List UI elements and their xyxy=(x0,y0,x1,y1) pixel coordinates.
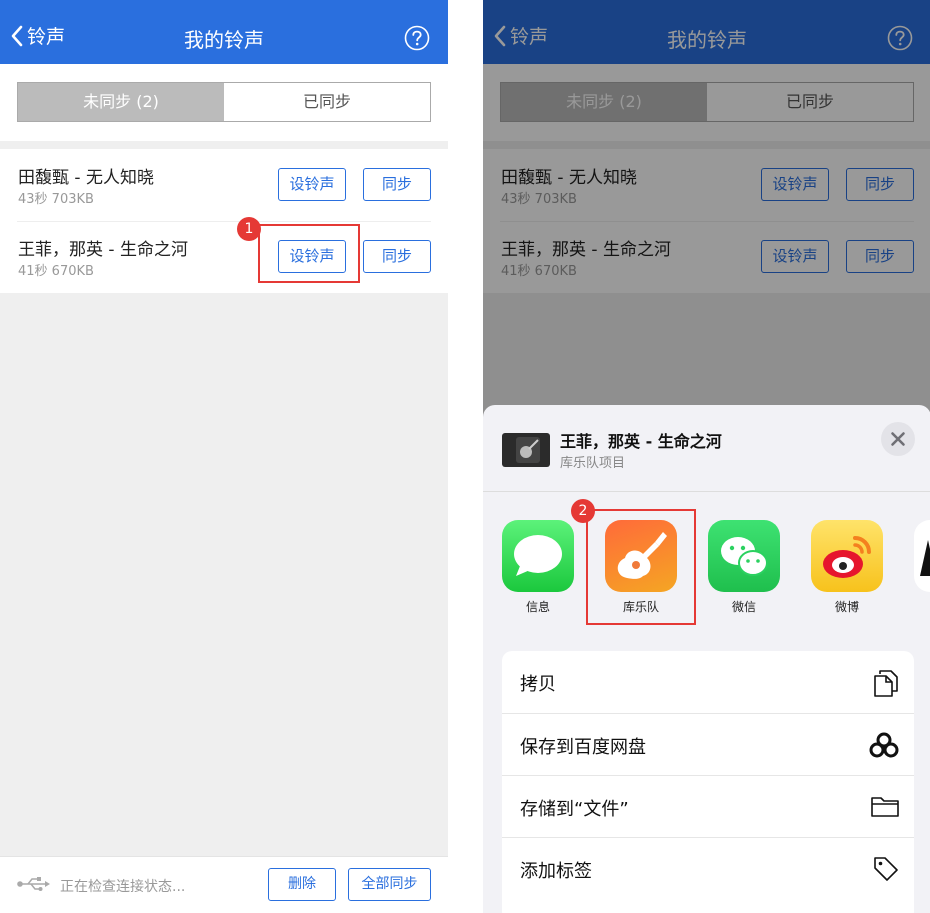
app-label: 微信 xyxy=(731,600,756,614)
share-app-wechat[interactable]: 微信 xyxy=(708,520,780,615)
highlight-box xyxy=(586,509,696,625)
divider xyxy=(0,141,448,149)
delete-button[interactable]: 删除 xyxy=(268,868,336,901)
song-list: 田馥甄 - 无人知晓 43秒 703KB 设铃声 同步 王菲，那英 - 生命之河… xyxy=(0,149,448,293)
action-label: 存储到“文件” xyxy=(520,799,629,820)
share-sheet: 王菲，那英 - 生命之河 库乐队项目 信息 库乐队 微信 微博 拷贝 保存到百度… xyxy=(483,405,930,913)
action-save-baidu[interactable]: 保存到百度网盘 xyxy=(502,713,914,775)
list-item: 王菲，那英 - 生命之河 41秒 670KB 设铃声 同步 xyxy=(0,221,448,293)
close-icon xyxy=(891,432,905,446)
share-screen: 铃声 我的铃声 未同步 (2) 已同步 田馥甄 - 无人知晓 43秒 703KB… xyxy=(483,0,930,913)
action-label: 保存到百度网盘 xyxy=(520,737,646,758)
copy-icon xyxy=(874,670,898,697)
share-app-more[interactable] xyxy=(914,520,930,592)
usb-icon xyxy=(17,877,50,891)
ringtone-screen: 铃声 我的铃声 未同步 (2) 已同步 田馥甄 - 无人知晓 43秒 703KB… xyxy=(0,0,448,913)
tab-synced[interactable]: 已同步 xyxy=(224,83,430,121)
wechat-icon xyxy=(708,520,780,592)
file-thumbnail xyxy=(502,433,550,467)
song-meta: 43秒 703KB xyxy=(18,192,94,207)
action-save-files[interactable]: 存储到“文件” xyxy=(502,775,914,837)
segmented-control: 未同步 (2) 已同步 xyxy=(17,82,431,122)
step-badge: 2 xyxy=(571,499,595,523)
app-label: 微博 xyxy=(834,600,859,614)
song-name: 王菲，那英 - 生命之河 xyxy=(18,240,188,260)
app-label: 信息 xyxy=(525,600,550,614)
bottom-toolbar: 正在检查连接状态... 删除 全部同步 xyxy=(0,856,448,913)
baidu-netdisk-icon xyxy=(869,732,899,758)
share-title: 王菲，那英 - 生命之河 xyxy=(560,432,722,451)
sync-button[interactable]: 同步 xyxy=(363,240,431,273)
step-badge: 1 xyxy=(237,217,261,241)
share-subtitle: 库乐队项目 xyxy=(560,456,626,471)
help-icon[interactable] xyxy=(404,25,430,51)
folder-icon xyxy=(871,797,899,817)
share-header: 王菲，那英 - 生命之河 库乐队项目 xyxy=(483,405,930,492)
action-copy[interactable]: 拷贝 xyxy=(502,651,914,713)
song-name: 田馥甄 - 无人知晓 xyxy=(18,168,154,188)
nav-bar: 铃声 我的铃声 xyxy=(0,0,448,64)
highlight-box xyxy=(258,224,360,283)
close-button[interactable] xyxy=(881,422,915,456)
action-add-tag[interactable]: 添加标签 xyxy=(502,837,914,899)
action-label: 拷贝 xyxy=(520,674,556,695)
sync-button[interactable]: 同步 xyxy=(363,168,431,201)
share-action-list: 拷贝 保存到百度网盘 存储到“文件” 添加标签 xyxy=(502,651,914,913)
messages-icon xyxy=(502,520,574,592)
page-title: 我的铃声 xyxy=(184,28,264,52)
sync-all-button[interactable]: 全部同步 xyxy=(348,868,431,901)
song-meta: 41秒 670KB xyxy=(18,264,94,279)
list-item: 田馥甄 - 无人知晓 43秒 703KB 设铃声 同步 xyxy=(0,149,448,221)
action-label: 添加标签 xyxy=(520,861,592,882)
weibo-icon xyxy=(811,520,883,592)
share-app-row: 信息 库乐队 微信 微博 xyxy=(483,492,930,642)
share-app-weibo[interactable]: 微博 xyxy=(811,520,883,615)
tab-unsynced[interactable]: 未同步 (2) xyxy=(18,83,224,121)
connection-status: 正在检查连接状态... xyxy=(60,879,186,895)
set-ringtone-button[interactable]: 设铃声 xyxy=(278,168,346,201)
segment-bar: 未同步 (2) 已同步 xyxy=(0,64,448,141)
share-app-messages[interactable]: 信息 xyxy=(502,520,574,615)
guitar-icon xyxy=(516,437,540,463)
app-icon xyxy=(914,520,930,592)
tag-icon xyxy=(874,857,898,881)
